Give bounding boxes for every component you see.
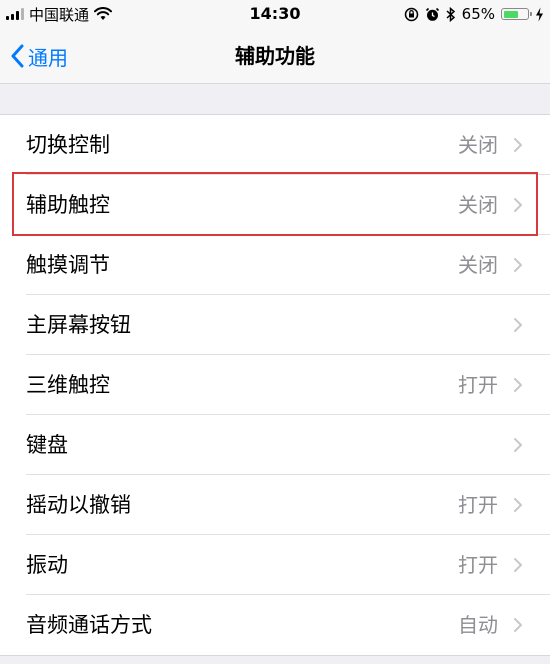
orientation-lock-icon <box>404 7 418 21</box>
settings-row-value: 关闭 <box>458 133 498 157</box>
chevron-right-icon <box>514 318 522 332</box>
page-title: 辅助功能 <box>235 44 315 68</box>
settings-row-touch-accommodations[interactable]: 触摸调节 关闭 <box>0 235 550 295</box>
chevron-right-icon <box>514 198 522 212</box>
settings-row-label: 音频通话方式 <box>26 613 152 637</box>
settings-row-label: 切换控制 <box>26 133 110 157</box>
settings-list: 切换控制 关闭 辅助触控 关闭 触摸调节 关闭 主屏幕按钮 三维触控 打开 键盘 <box>0 114 550 656</box>
chevron-right-icon <box>514 438 522 452</box>
settings-row-label: 辅助触控 <box>26 193 110 217</box>
battery-percent: 65% <box>461 5 495 23</box>
settings-row-label: 三维触控 <box>26 373 110 397</box>
settings-row-value: 打开 <box>458 553 498 577</box>
chevron-right-icon <box>514 618 522 632</box>
settings-row-value: 打开 <box>458 373 498 397</box>
bluetooth-icon <box>446 6 455 22</box>
settings-row-call-audio-routing[interactable]: 音频通话方式 自动 <box>0 595 550 655</box>
settings-row-switch-control[interactable]: 切换控制 关闭 <box>0 115 550 175</box>
settings-row-label: 主屏幕按钮 <box>26 313 131 337</box>
settings-row-label: 键盘 <box>26 433 68 457</box>
settings-row-value: 打开 <box>458 493 498 517</box>
chevron-left-icon <box>11 44 24 68</box>
back-button-label: 通用 <box>28 45 68 70</box>
battery-icon <box>501 8 532 20</box>
chevron-right-icon <box>514 558 522 572</box>
settings-row-value: 自动 <box>458 613 498 637</box>
chevron-right-icon <box>514 498 522 512</box>
chevron-right-icon <box>514 258 522 272</box>
navigation-bar: 通用 辅助功能 <box>0 30 550 84</box>
settings-row-3d-touch[interactable]: 三维触控 打开 <box>0 355 550 415</box>
accessibility-settings-screen: 中国联通 14:30 65% 通用 辅助功能 切换控制 关闭 辅助触控 关闭 触… <box>0 0 550 664</box>
status-right: 65% <box>404 4 544 24</box>
settings-row-home-button[interactable]: 主屏幕按钮 <box>0 295 550 355</box>
chevron-right-icon <box>514 378 522 392</box>
settings-row-label: 摇动以撤销 <box>26 493 131 517</box>
settings-row-value: 关闭 <box>458 253 498 277</box>
settings-row-value: 关闭 <box>458 193 498 217</box>
settings-row-keyboard[interactable]: 键盘 <box>0 415 550 475</box>
battery-level-fill <box>503 10 519 18</box>
charging-icon <box>536 7 543 21</box>
alarm-icon <box>425 7 439 21</box>
settings-row-vibration[interactable]: 振动 打开 <box>0 535 550 595</box>
settings-row-label: 触摸调节 <box>26 253 110 277</box>
back-button[interactable]: 通用 <box>10 38 68 74</box>
chevron-right-icon <box>514 138 522 152</box>
status-bar: 中国联通 14:30 65% <box>0 0 550 30</box>
settings-row-shake-to-undo[interactable]: 摇动以撤销 打开 <box>0 475 550 535</box>
settings-row-assistive-touch[interactable]: 辅助触控 关闭 <box>0 175 550 235</box>
settings-row-label: 振动 <box>26 553 68 577</box>
